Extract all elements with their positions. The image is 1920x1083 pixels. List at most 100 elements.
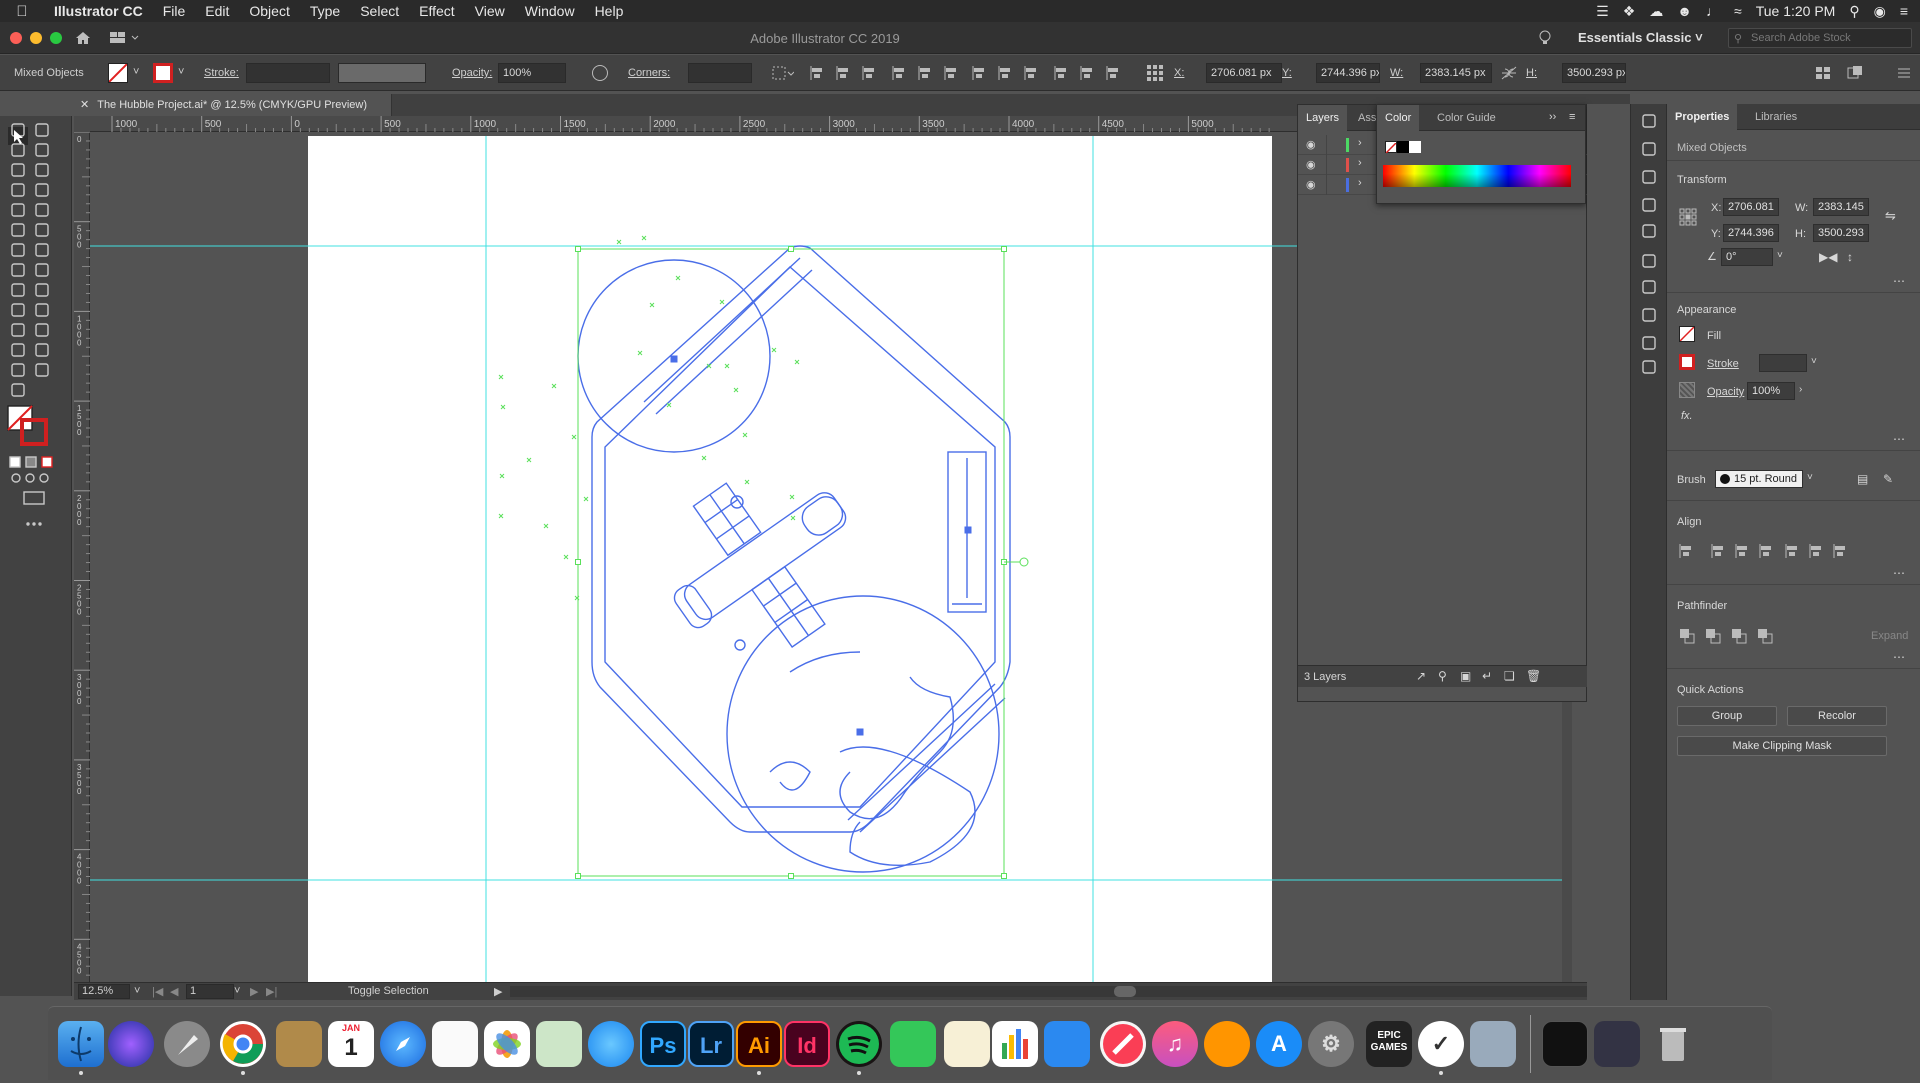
gradient-icon[interactable] [1640, 278, 1658, 296]
tool-icon[interactable] [11, 163, 25, 177]
tool-icon[interactable] [35, 343, 49, 357]
top-band[interactable] [643, 257, 813, 415]
document-tab[interactable]: ✕ The Hubble Project.ai* @ 12.5% (CMYK/GP… [72, 94, 392, 116]
expand-layer-icon[interactable]: › [1358, 157, 1362, 169]
graphic-styles-icon[interactable] [1640, 358, 1658, 376]
stroke-label[interactable]: Stroke [1707, 358, 1739, 370]
chevron-right-icon[interactable]: › [1799, 384, 1802, 395]
tab-properties[interactable]: Properties [1667, 104, 1738, 130]
lightbulb-icon[interactable] [1538, 30, 1552, 46]
reminders-icon[interactable] [432, 1021, 478, 1067]
resize-handle[interactable] [575, 873, 581, 879]
transparency-icon[interactable] [1640, 306, 1658, 324]
apple-icon[interactable]:  [0, 3, 44, 20]
messages-icon[interactable] [588, 1021, 634, 1067]
brush-library-icon[interactable]: ▤ [1857, 472, 1868, 486]
align-icon[interactable] [1024, 66, 1038, 80]
eye-icon[interactable]: ◉ [1306, 138, 1316, 151]
chevron-down-icon[interactable]: ˅ [133, 66, 139, 78]
spotify-icon[interactable] [836, 1021, 882, 1067]
downloads-icon[interactable] [1594, 1021, 1640, 1067]
scroll-thumb[interactable] [1114, 986, 1136, 997]
facetime-icon[interactable] [890, 1021, 936, 1067]
locate-object-icon[interactable]: ⚲ [1438, 669, 1447, 683]
tool-icon[interactable] [11, 303, 25, 317]
opacity-label[interactable]: Opacity: [452, 67, 492, 79]
tab-layers[interactable]: Layers [1298, 105, 1348, 131]
books-icon[interactable] [1204, 1021, 1250, 1067]
resize-handle[interactable] [575, 559, 581, 565]
brush-field[interactable]: 15 pt. Round [1715, 470, 1803, 488]
tool-icon[interactable] [11, 243, 25, 257]
x-field[interactable]: 2706.081 px [1206, 63, 1282, 83]
volume-icon[interactable]: ♩ [1706, 3, 1720, 19]
menu-effect[interactable]: Effect [409, 3, 465, 19]
expand-layer-icon[interactable]: › [1358, 177, 1362, 189]
align-icon[interactable] [1679, 544, 1693, 558]
menu-window[interactable]: Window [515, 3, 585, 19]
resize-handle[interactable] [575, 246, 581, 252]
wifi-icon[interactable]: ≈ [1734, 3, 1742, 19]
tool-icon[interactable] [35, 123, 49, 137]
news-icon[interactable] [1100, 1021, 1146, 1067]
resize-handle[interactable] [788, 873, 794, 879]
resize-handle[interactable] [1001, 246, 1007, 252]
align-icon[interactable] [1785, 544, 1799, 558]
siri-icon[interactable]: ◉ [1874, 3, 1886, 20]
tool-icon[interactable] [35, 143, 49, 157]
dropbox-icon[interactable]: ❖ [1623, 3, 1636, 20]
h-field[interactable]: 3500.293 [1813, 224, 1869, 242]
export-icon[interactable]: ↗ [1416, 669, 1426, 683]
numbers-icon[interactable] [992, 1021, 1038, 1067]
w-label[interactable]: W: [1390, 67, 1403, 79]
group-button[interactable]: Group [1677, 706, 1777, 726]
maps-icon[interactable] [536, 1021, 582, 1067]
menu-object[interactable]: Object [239, 3, 299, 19]
eye-icon[interactable]: ◉ [1306, 158, 1316, 171]
flip-horizontal-icon[interactable]: ▶◀ [1819, 250, 1837, 264]
chevron-down-icon[interactable]: ˅ [1811, 356, 1817, 367]
rotation-field[interactable]: 0° [1721, 248, 1773, 266]
tool-icon[interactable] [35, 243, 49, 257]
badge-inner[interactable] [604, 266, 996, 808]
safari-icon[interactable] [380, 1021, 426, 1067]
app-store-icon[interactable]: A [1256, 1021, 1302, 1067]
calendar-icon[interactable]: JAN 1 [328, 1021, 374, 1067]
chevron-down-icon[interactable]: ˅ [178, 66, 184, 78]
status-mode[interactable]: Toggle Selection [348, 985, 429, 997]
stroke-label[interactable]: Stroke: [204, 67, 239, 79]
align-icon[interactable] [1711, 544, 1725, 558]
tool-icon[interactable] [11, 323, 25, 337]
transform-icon[interactable] [1640, 196, 1658, 214]
w-field[interactable]: 2383.145 [1813, 198, 1869, 216]
black-swatch[interactable] [1397, 141, 1409, 153]
tool-icon[interactable] [11, 143, 25, 157]
chevron-down-icon[interactable]: ˅ [1777, 250, 1783, 261]
align-icon[interactable] [918, 66, 932, 80]
new-layer-icon[interactable]: ❏ [1504, 669, 1515, 683]
y-field[interactable]: 2744.396 px [1316, 63, 1380, 83]
horizontal-scrollbar[interactable] [510, 986, 1610, 997]
eye-icon[interactable]: ◉ [1306, 178, 1316, 191]
photoshop-icon[interactable]: Ps [640, 1021, 686, 1067]
tool-icon[interactable] [11, 363, 25, 377]
badge-outer[interactable] [591, 245, 1011, 833]
panel-collapse-icon[interactable]: ›› [1549, 111, 1556, 123]
notification-center-icon[interactable]: ≡ [1900, 3, 1908, 19]
pathfinder-icon[interactable] [1705, 628, 1721, 644]
tool-icon[interactable] [11, 223, 25, 237]
h-label[interactable]: H: [1526, 67, 1537, 79]
stroke-swatch[interactable] [1679, 354, 1695, 370]
stroke-weight-field[interactable] [246, 63, 330, 83]
rotate-handle[interactable] [1019, 557, 1029, 567]
tool-icon[interactable] [11, 263, 25, 277]
delete-layer-icon[interactable]: 🗑 [1526, 669, 1541, 683]
make-clipping-mask-button[interactable]: Make Clipping Mask [1677, 736, 1887, 756]
tab-color[interactable]: Color [1377, 105, 1420, 131]
tool-icon[interactable] [35, 323, 49, 337]
align-icon[interactable] [1080, 66, 1094, 80]
cloud-icon[interactable]: ☁ [1649, 3, 1663, 20]
align-icon[interactable] [1833, 544, 1847, 558]
none-swatch[interactable] [1385, 141, 1397, 154]
tool-icon[interactable] [11, 203, 25, 217]
